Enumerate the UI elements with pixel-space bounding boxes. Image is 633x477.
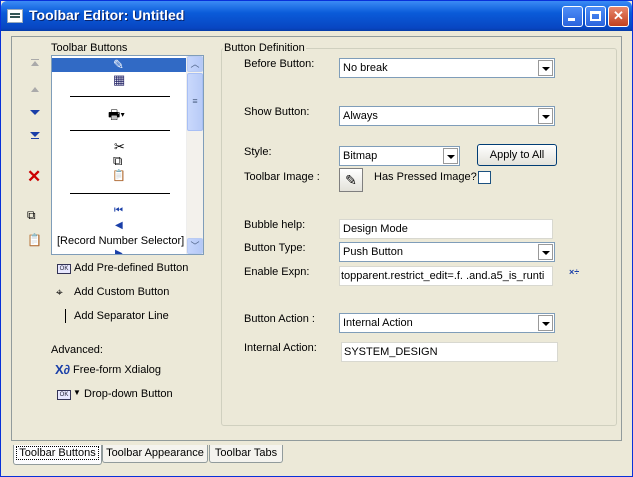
scroll-up-button[interactable]: ︿ xyxy=(187,56,203,72)
advanced-label: Advanced: xyxy=(51,344,103,356)
next-record-icon: ▶ xyxy=(115,248,123,255)
minimize-button[interactable] xyxy=(562,6,583,27)
toolbar-editor-window: Toolbar Editor: Untitled ✕ Toolbar Butto… xyxy=(0,0,633,477)
list-item-next-record[interactable]: ▶ xyxy=(52,248,188,255)
scroll-thumb[interactable]: ≡ xyxy=(187,73,203,131)
toolbar-image-label: Toolbar Image : xyxy=(244,171,320,183)
scissors-icon: ✂ xyxy=(114,139,125,154)
list-item-copy[interactable]: ⧉ xyxy=(52,154,188,168)
maximize-button[interactable] xyxy=(585,6,606,27)
internal-action-field[interactable]: SYSTEM_DESIGN xyxy=(341,342,558,362)
button-action-value: Internal Action xyxy=(343,317,413,329)
tab-toolbar-tabs[interactable]: Toolbar Tabs xyxy=(209,445,283,463)
chevron-down-icon[interactable] xyxy=(443,148,458,164)
separator-line xyxy=(70,96,170,97)
tab-toolbar-appearance[interactable]: Toolbar Appearance xyxy=(102,445,208,463)
move-down-button[interactable] xyxy=(27,106,43,120)
ok-button-icon: OK xyxy=(57,264,71,274)
dropdown-button[interactable]: Drop-down Button xyxy=(84,388,173,400)
list-item-paste[interactable]: 📋 xyxy=(52,169,188,183)
copy-icon[interactable]: ⧉ xyxy=(27,208,36,223)
scroll-down-button[interactable]: ﹀ xyxy=(187,238,203,254)
button-type-label: Button Type: xyxy=(244,242,306,254)
apply-to-all-button[interactable]: Apply to All xyxy=(477,144,557,166)
close-button[interactable]: ✕ xyxy=(608,6,629,27)
tab-label: Toolbar Buttons xyxy=(16,446,99,460)
separator-icon xyxy=(65,309,66,323)
button-definition-title: Button Definition xyxy=(223,42,306,54)
chevron-down-icon[interactable] xyxy=(538,315,553,331)
dropdown-caret-icon: ▼ xyxy=(73,388,81,397)
delete-icon[interactable]: ✕ xyxy=(27,168,41,185)
copy-icon: ⧉ xyxy=(113,153,123,168)
add-custom-button[interactable]: Add Custom Button xyxy=(74,286,169,298)
button-action-label: Button Action : xyxy=(244,313,315,325)
list-item-cut[interactable]: ✂ xyxy=(52,140,188,154)
first-record-icon: ⏮ xyxy=(114,205,123,216)
design-mode-icon: ✎ xyxy=(113,57,124,72)
toolbar-buttons-list[interactable]: ✎ ▦ 🖶▾ ✂ ⧉ 📋 ⏮ ◀ [Record Number Selector… xyxy=(51,55,204,255)
previous-record-icon: ◀ xyxy=(115,220,123,231)
tab-toolbar-buttons[interactable]: Toolbar Buttons xyxy=(13,445,102,465)
design-mode-icon: ✎ xyxy=(345,172,357,188)
list-item-design-mode[interactable]: ✎ xyxy=(52,58,188,72)
window-app-icon xyxy=(7,9,23,23)
grid-icon: ▦ xyxy=(113,72,126,87)
button-action-select[interactable]: Internal Action xyxy=(339,313,555,333)
paste-icon[interactable]: 📋 xyxy=(27,233,42,247)
paste-icon: 📋 xyxy=(112,170,126,182)
has-pressed-image-label: Has Pressed Image? xyxy=(374,171,477,183)
list-item-first-record[interactable]: ⏮ xyxy=(52,204,188,218)
enable-expn-label: Enable Expn: xyxy=(244,266,310,278)
button-type-select[interactable]: Push Button xyxy=(339,242,555,262)
freeform-xdialog[interactable]: Free-form Xdialog xyxy=(73,364,161,376)
custom-button-icon: ⌖ xyxy=(56,285,63,299)
show-button-select[interactable]: Always xyxy=(339,106,555,126)
printer-icon: 🖶▾ xyxy=(108,107,126,122)
internal-action-label: Internal Action: xyxy=(244,342,317,354)
list-item-prev-record[interactable]: ◀ xyxy=(52,219,188,233)
bubble-help-label: Bubble help: xyxy=(244,219,306,231)
list-item-print[interactable]: 🖶▾ xyxy=(52,108,188,122)
toolbar-image-button[interactable]: ✎ xyxy=(339,168,363,192)
toolbar-buttons-label: Toolbar Buttons xyxy=(51,42,128,54)
style-select[interactable]: Bitmap xyxy=(339,146,460,166)
list-item-record-number-selector[interactable]: [Record Number Selector] xyxy=(52,234,188,248)
style-label: Style: xyxy=(244,146,272,158)
title-bar[interactable]: Toolbar Editor: Untitled ✕ xyxy=(1,1,632,31)
before-button-label: Before Button: xyxy=(244,58,315,70)
dropdown-button-icon: OK xyxy=(57,390,71,400)
chevron-down-icon[interactable] xyxy=(538,60,553,76)
button-type-value: Push Button xyxy=(343,246,403,258)
add-predefined-button[interactable]: Add Pre-defined Button xyxy=(74,262,188,274)
separator-line xyxy=(70,130,170,131)
style-value: Bitmap xyxy=(343,150,378,162)
show-button-label: Show Button: xyxy=(244,106,310,118)
expression-builder-icon[interactable]: ×÷ xyxy=(569,267,579,277)
bubble-help-field[interactable]: Design Mode xyxy=(339,219,553,239)
show-button-value: Always xyxy=(343,110,378,122)
before-button-select[interactable]: No break xyxy=(339,58,555,78)
enable-expn-field[interactable]: topparent.restrict_edit=.f. .and.a5_is_r… xyxy=(339,266,553,286)
chevron-down-icon[interactable] xyxy=(538,108,553,124)
move-top-button[interactable] xyxy=(27,59,43,73)
before-button-value: No break xyxy=(343,62,388,74)
list-item-label: [Record Number Selector] xyxy=(57,235,185,247)
window-title: Toolbar Editor: Untitled xyxy=(29,7,185,23)
has-pressed-image-checkbox[interactable] xyxy=(478,171,491,184)
list-scrollbar[interactable]: ︿ ≡ ﹀ xyxy=(186,56,203,254)
move-up-button[interactable] xyxy=(27,83,43,97)
separator-line xyxy=(70,193,170,194)
add-separator-line[interactable]: Add Separator Line xyxy=(74,310,169,322)
chevron-down-icon[interactable] xyxy=(538,244,553,260)
xdialog-icon: X∂ xyxy=(55,362,71,377)
list-item-table[interactable]: ▦ xyxy=(52,73,188,87)
move-bottom-button[interactable] xyxy=(27,129,43,143)
